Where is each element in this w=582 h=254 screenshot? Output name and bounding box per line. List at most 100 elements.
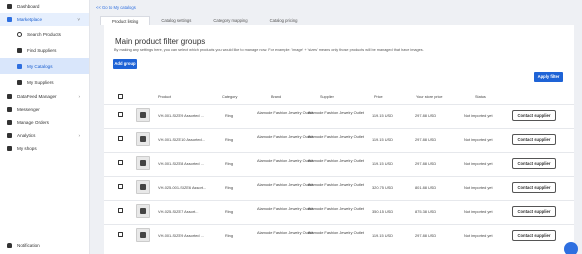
- cell-price: 119.15 USD: [372, 113, 393, 118]
- cell-category: Ring: [225, 137, 234, 142]
- table-row: VH-001-SIZE8 Assorted ... Ring Alamode Fas…: [104, 152, 574, 174]
- sidebar-item-marketplace[interactable]: Marketplace ˅: [0, 13, 89, 26]
- cell-status: Not imported yet: [464, 137, 493, 142]
- cell-supplier: Alamode Fashion Jewelry Outlet: [308, 230, 365, 235]
- sidebar-item-label: Analytics: [17, 133, 36, 138]
- sidebar-item-my-suppliers[interactable]: My Suppliers: [0, 74, 89, 90]
- sidebar-item-analytics[interactable]: Analytics ›: [0, 129, 89, 142]
- cell-store-price: 297.88 USD: [415, 161, 437, 166]
- row-checkbox[interactable]: [118, 208, 123, 213]
- sidebar-item-datafeed-manager[interactable]: DataFeed Manager ›: [0, 90, 89, 103]
- contact-supplier-button[interactable]: Contact supplier: [512, 206, 556, 217]
- row-checkbox[interactable]: [118, 112, 123, 117]
- cell-product[interactable]: VH-001-SIZE8 Assorted ...: [158, 161, 218, 166]
- column-header-category: Category: [222, 95, 238, 99]
- contact-supplier-button[interactable]: Contact supplier: [512, 158, 556, 169]
- cell-supplier: Alamode Fashion Jewelry Outlet: [308, 110, 365, 115]
- cell-category: Ring: [225, 185, 234, 190]
- cell-category: Ring: [225, 113, 234, 118]
- row-checkbox[interactable]: [118, 136, 123, 141]
- cell-status: Not imported yet: [464, 161, 493, 166]
- cell-price: 119.15 USD: [372, 161, 393, 166]
- product-thumbnail[interactable]: [136, 108, 150, 122]
- row-checkbox[interactable]: [118, 232, 123, 237]
- contact-supplier-button[interactable]: Contact supplier: [512, 134, 556, 145]
- sidebar-item-my-catalogs[interactable]: My Catalogs: [0, 58, 89, 74]
- cell-category: Ring: [225, 233, 234, 238]
- sidebar-item-find-suppliers[interactable]: Find Suppliers: [0, 42, 89, 58]
- column-header-status: Status: [475, 95, 486, 99]
- tab-catalog-settings[interactable]: Catalog settings: [150, 16, 202, 25]
- column-header-supplier: Supplier: [320, 95, 334, 99]
- tab-category-mapping[interactable]: Category mapping: [202, 16, 258, 25]
- tab-catalog-pricing[interactable]: Catalog pricing: [259, 16, 309, 25]
- sidebar: Dashboard Marketplace ˅ Search Products …: [0, 0, 90, 254]
- sidebar-item-messenger[interactable]: Messenger: [0, 103, 89, 116]
- sidebar-item-label: My shops: [17, 146, 37, 151]
- sidebar-item-label: Messenger: [17, 107, 40, 112]
- cell-price: 320.75 USD: [372, 185, 394, 190]
- sidebar-item-label: Find Suppliers: [27, 47, 57, 53]
- cell-product[interactable]: VH-001-SIZE9 Assorted ...: [158, 113, 218, 118]
- sidebar-item-label: My Catalogs: [27, 63, 53, 69]
- page-title: Main product filter groups: [115, 37, 206, 46]
- select-all-checkbox[interactable]: [118, 94, 123, 99]
- cell-product[interactable]: VH-001-SIZE10 Assorted...: [158, 137, 218, 142]
- message-icon: [7, 107, 12, 112]
- tab-product-listing[interactable]: Product listing: [100, 16, 151, 25]
- contact-supplier-button[interactable]: Contact supplier: [512, 110, 556, 121]
- cell-supplier: Alamode Fashion Jewelry Outlet: [308, 206, 365, 211]
- product-thumbnail[interactable]: [136, 132, 150, 146]
- cell-supplier: Alamode Fashion Jewelry Outlet: [308, 134, 365, 139]
- sidebar-item-dashboard[interactable]: Dashboard: [0, 0, 89, 13]
- sidebar-item-label: Search Products: [27, 31, 61, 37]
- cell-product[interactable]: VH-025-SIZE7 Assort...: [158, 209, 218, 214]
- sidebar-item-label: Dashboard: [17, 4, 40, 9]
- cell-category: Ring: [225, 161, 234, 166]
- column-header-product: Product: [158, 95, 172, 99]
- sidebar-item-notification[interactable]: Notification: [0, 239, 90, 252]
- cell-product[interactable]: VH-025-001-SIZE6 Assort...: [158, 185, 218, 190]
- search-icon: [17, 31, 22, 37]
- apply-filter-button[interactable]: Apply filter: [534, 72, 563, 82]
- sidebar-item-label: Marketplace: [17, 17, 43, 22]
- table-row: VH-001-SIZE9 Assorted ... Ring Alamode Fas…: [104, 104, 574, 126]
- car-icon: [17, 79, 22, 85]
- sidebar-item-manage-orders[interactable]: Manage Orders: [0, 116, 89, 129]
- cell-store-price: 297.88 USD: [415, 137, 437, 142]
- cell-price: 119.15 USD: [372, 233, 393, 238]
- sidebar-item-label: My Suppliers: [27, 79, 54, 85]
- column-header-brand: Brand: [271, 95, 282, 99]
- chat-bubble-button[interactable]: [564, 242, 578, 254]
- row-checkbox[interactable]: [118, 160, 123, 165]
- marketplace-icon: [7, 17, 12, 22]
- sidebar-item-my-shops[interactable]: My shops: [0, 142, 89, 155]
- page-subtitle: By making any settings here, you can sel…: [114, 48, 424, 52]
- contact-supplier-button[interactable]: Contact supplier: [512, 182, 556, 193]
- add-group-button[interactable]: Add group: [113, 59, 137, 69]
- table-row: VH-001-SIZE9 Assorted ... Ring Alamode Fas…: [104, 224, 574, 246]
- cell-supplier: Alamode Fashion Jewelry Outlet: [308, 158, 365, 163]
- contact-supplier-button[interactable]: Contact supplier: [512, 230, 556, 241]
- cart-icon: [7, 146, 12, 151]
- sidebar-item-label: DataFeed Manager: [17, 94, 57, 99]
- product-thumbnail[interactable]: [136, 228, 150, 242]
- catalog-icon: [17, 63, 22, 69]
- sidebar-item-label: Notification: [17, 243, 40, 248]
- download-icon: [7, 120, 12, 125]
- table-row: VH-001-SIZE10 Assorted... Ring Alamode Fas…: [104, 128, 574, 150]
- product-thumbnail[interactable]: [136, 204, 150, 218]
- cell-price: 350.15 USD: [372, 209, 394, 214]
- cell-supplier: Alamode Fashion Jewelry Outlet: [308, 182, 365, 187]
- dashboard-icon: [7, 4, 12, 9]
- chevron-down-icon: ˅: [77, 17, 80, 22]
- product-thumbnail[interactable]: [136, 180, 150, 194]
- breadcrumb-back-link[interactable]: << Go to My catalogs: [96, 5, 136, 10]
- cell-product[interactable]: VH-001-SIZE9 Assorted ...: [158, 233, 218, 238]
- sidebar-item-search-products[interactable]: Search Products: [0, 26, 89, 42]
- product-thumbnail[interactable]: [136, 156, 150, 170]
- cell-category: Ring: [225, 209, 234, 214]
- row-checkbox[interactable]: [118, 184, 123, 189]
- cell-store-price: 801.88 USD: [415, 185, 437, 190]
- building-icon: [17, 47, 22, 53]
